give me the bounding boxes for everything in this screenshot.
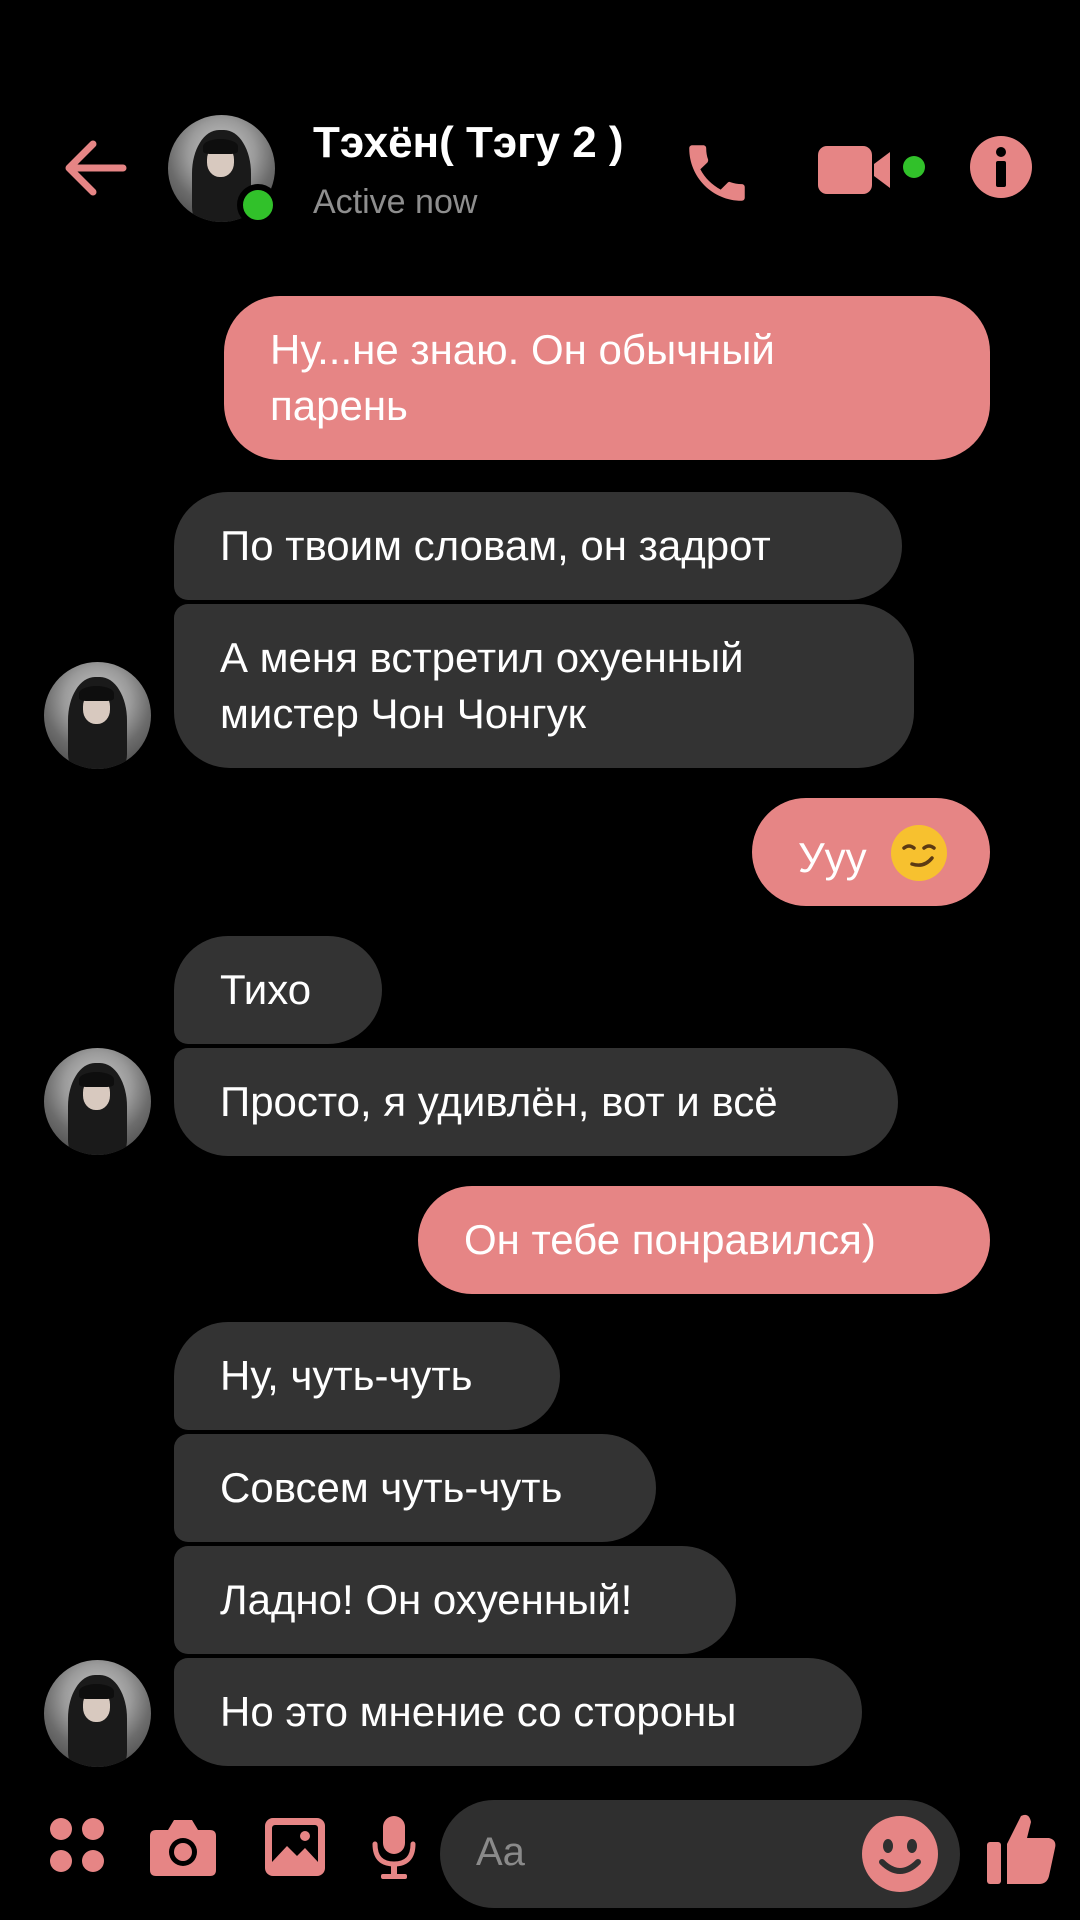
avatar [44,1660,151,1767]
message-text-line: Совсем чуть-чуть [220,1464,563,1511]
phone-icon [689,145,745,201]
outgoing-message[interactable]: Ну...не знаю. Он обычный парень [224,296,990,460]
more-actions-button[interactable] [42,1810,112,1880]
image-icon [265,1818,325,1876]
sender-avatar[interactable] [44,1048,151,1155]
message-text-line: парень [270,382,408,429]
contact-status: Active now [313,183,478,221]
avatar [44,662,151,769]
back-arrow-icon [65,140,127,196]
incoming-message[interactable]: Ладно! Он охуенный! [174,1546,736,1654]
contact-avatar[interactable] [168,115,279,226]
like-button[interactable] [982,1806,1062,1890]
sender-avatar[interactable] [44,662,151,769]
smirking-face-emoji [891,825,948,881]
incoming-message[interactable]: Но это мнение со стороны [174,1658,862,1766]
microphone-icon [372,1816,416,1879]
voice-message-button[interactable] [362,1810,426,1884]
emoji-button[interactable] [860,1814,940,1894]
smiley-icon [862,1816,938,1892]
message-input-placeholder: Aa [476,1830,525,1874]
camera-button[interactable] [146,1810,220,1884]
outgoing-message[interactable]: Он тебе понравился) [418,1186,990,1294]
incoming-message[interactable]: По твоим словам, он задрот [174,492,902,600]
outgoing-message[interactable]: Ууу [752,798,990,906]
voice-call-button[interactable] [672,128,762,218]
thumbs-up-icon [987,1814,1056,1884]
message-text-line: Но это мнение со стороны [220,1688,737,1735]
message-text-line: мистер Чон Чонгук [220,690,586,737]
gallery-button[interactable] [258,1810,332,1884]
four-dots-menu-icon [50,1818,104,1872]
message-text-line: Он тебе понравился) [464,1216,876,1263]
back-button[interactable] [55,128,135,208]
video-call-button[interactable] [814,130,934,210]
chat-header: Тэхён( Тэгу 2 ) Active now [0,0,1080,260]
camera-icon [150,1820,216,1876]
messenger-chat-screen: Тэхён( Тэгу 2 ) Active now Ну...не знаю.… [0,0,1080,1920]
message-composer: Aa [0,1780,1080,1920]
video-camera-icon [818,146,925,194]
online-indicator [237,184,279,226]
contact-name[interactable]: Тэхён( Тэгу 2 ) [313,118,624,168]
info-button[interactable] [966,132,1036,202]
message-text-line: Ну...не знаю. Он обычный [270,326,775,373]
incoming-message[interactable]: Тихо [174,936,382,1044]
message-input[interactable]: Aa [440,1800,960,1908]
message-text-line: Ну, чуть-чуть [220,1352,473,1399]
incoming-message[interactable]: Ну, чуть-чуть [174,1322,560,1430]
info-icon [970,136,1032,198]
incoming-message[interactable]: Совсем чуть-чуть [174,1434,656,1542]
message-text-line: Тихо [220,966,312,1013]
message-list[interactable]: Ну...не знаю. Он обычный парень По твоим… [0,260,1080,1780]
message-text-line: А меня встретил охуенный [220,634,744,681]
sender-avatar[interactable] [44,1660,151,1767]
message-text-line: Ууу [798,834,867,881]
message-text-line: Ладно! Он охуенный! [220,1576,633,1623]
avatar [44,1048,151,1155]
message-text-line: По твоим словам, он задрот [220,522,771,569]
incoming-message[interactable]: Просто, я удивлён, вот и всё [174,1048,898,1156]
incoming-message[interactable]: А меня встретил охуенный мистер Чон Чонг… [174,604,914,768]
message-text-line: Просто, я удивлён, вот и всё [220,1078,778,1125]
